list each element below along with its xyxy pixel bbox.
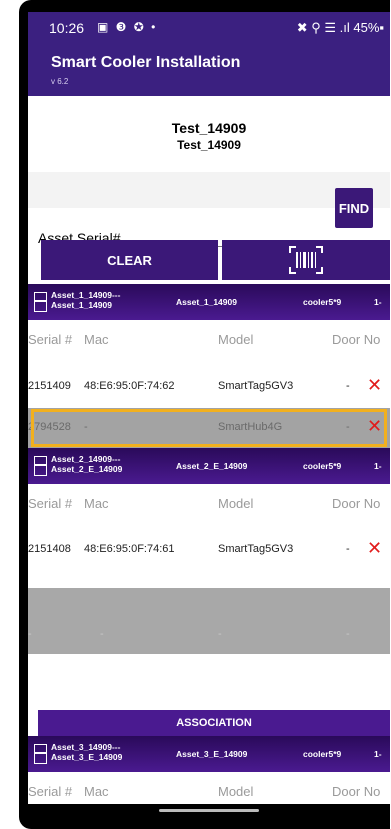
row-mac: - — [100, 628, 104, 640]
home-indicator[interactable] — [159, 809, 259, 812]
col-serial: Serial # — [28, 332, 73, 347]
asset-extra: 1- — [374, 297, 382, 307]
asset-extra: 1- — [374, 461, 382, 471]
col-door: Door No — [332, 784, 381, 799]
test-name: Test_14909 — [171, 120, 247, 136]
status-time: 10:26 — [49, 20, 85, 36]
status-bar: 10:26 ▣ ❸ ✪ • ✖ ⚲ ☰ .ıl 45%▪ — [28, 12, 390, 46]
row-mac: 48:E6:95:0F:74:62 — [84, 380, 175, 392]
remove-icon[interactable]: ✕ — [367, 375, 382, 396]
table-row: 2151409 48:E6:95:0F:74:62 SmartTag5GV3 -… — [28, 365, 390, 409]
row-serial: - — [28, 628, 32, 640]
row-model: SmartTag5GV3 — [218, 543, 294, 555]
cooler-icon — [34, 456, 47, 476]
table-row: 2151408 48:E6:95:0F:74:61 SmartTag5GV3 -… — [28, 528, 390, 572]
barcode-scan-button[interactable] — [222, 240, 390, 280]
asset-id: Asset_2_E_14909 — [176, 461, 248, 471]
asset-name: Asset_3_14909---Asset_3_E_14909 — [51, 742, 123, 762]
asset-id: Asset_3_E_14909 — [176, 749, 248, 759]
app-header: Smart Cooler Installation v 6.2 — [28, 46, 390, 96]
asset-name: Asset_1_14909---Asset_1_14909 — [51, 290, 121, 310]
col-model: Model — [218, 332, 254, 347]
test-subname: Test_14909 — [177, 138, 241, 152]
row-model: SmartTag5GV3 — [218, 380, 294, 392]
row-serial: 2151408 — [28, 543, 71, 555]
clear-button[interactable]: CLEAR — [41, 240, 218, 280]
app-screen: 10:26 ▣ ❸ ✪ • ✖ ⚲ ☰ .ıl 45%▪ Smart Coole… — [28, 12, 390, 817]
asset-header-2[interactable]: Asset_2_14909---Asset_2_E_14909 Asset_2_… — [28, 448, 390, 484]
row-model: - — [218, 628, 222, 640]
col-mac: Mac — [84, 496, 109, 511]
cooler-type: cooler5*9 — [303, 297, 342, 307]
col-serial: Serial # — [28, 784, 73, 799]
col-door: Door No — [332, 332, 381, 347]
row-door: - — [346, 628, 350, 640]
selection-highlight — [31, 409, 387, 447]
column-header: Serial # Mac Model Door No — [28, 320, 390, 360]
col-mac: Mac — [84, 784, 109, 799]
row-serial: 2151409 — [28, 380, 71, 392]
asset-header-3[interactable]: Asset_3_14909---Asset_3_E_14909 Asset_3_… — [28, 736, 390, 772]
col-model: Model — [218, 784, 254, 799]
cooler-icon — [34, 744, 47, 764]
notification-icons: ▣ ❸ ✪ • — [97, 20, 158, 34]
col-model: Model — [218, 496, 254, 511]
find-button[interactable]: FIND — [335, 188, 373, 228]
column-header: Serial # Mac Model Door No — [28, 484, 390, 524]
system-status-icons: ✖ ⚲ ☰ .ıl 45%▪ — [296, 20, 384, 35]
asset-name: Asset_2_14909---Asset_2_E_14909 — [51, 454, 123, 474]
cooler-icon — [34, 292, 47, 312]
barcode-scan-icon — [289, 246, 323, 274]
table-row: - - - - — [28, 588, 390, 654]
asset-extra: 1- — [374, 749, 382, 759]
app-version: v 6.2 — [51, 77, 69, 86]
association-button[interactable]: ASSOCIATION — [38, 710, 390, 736]
system-nav-bar — [28, 804, 390, 817]
app-title: Smart Cooler Installation — [51, 54, 241, 71]
col-mac: Mac — [84, 332, 109, 347]
cooler-type: cooler5*9 — [303, 749, 342, 759]
phone-frame: 10:26 ▣ ❸ ✪ • ✖ ⚲ ☰ .ıl 45%▪ Smart Coole… — [19, 0, 390, 829]
asset-id: Asset_1_14909 — [176, 297, 237, 307]
row-mac: 48:E6:95:0F:74:61 — [84, 543, 175, 555]
row-door: - — [346, 543, 350, 555]
asset-header-1[interactable]: Asset_1_14909---Asset_1_14909 Asset_1_14… — [28, 284, 390, 320]
remove-icon[interactable]: ✕ — [367, 538, 382, 559]
col-door: Door No — [332, 496, 381, 511]
row-door: - — [346, 380, 350, 392]
test-info: Test_14909 Test_14909 — [28, 120, 390, 152]
cooler-type: cooler5*9 — [303, 461, 342, 471]
col-serial: Serial # — [28, 496, 73, 511]
